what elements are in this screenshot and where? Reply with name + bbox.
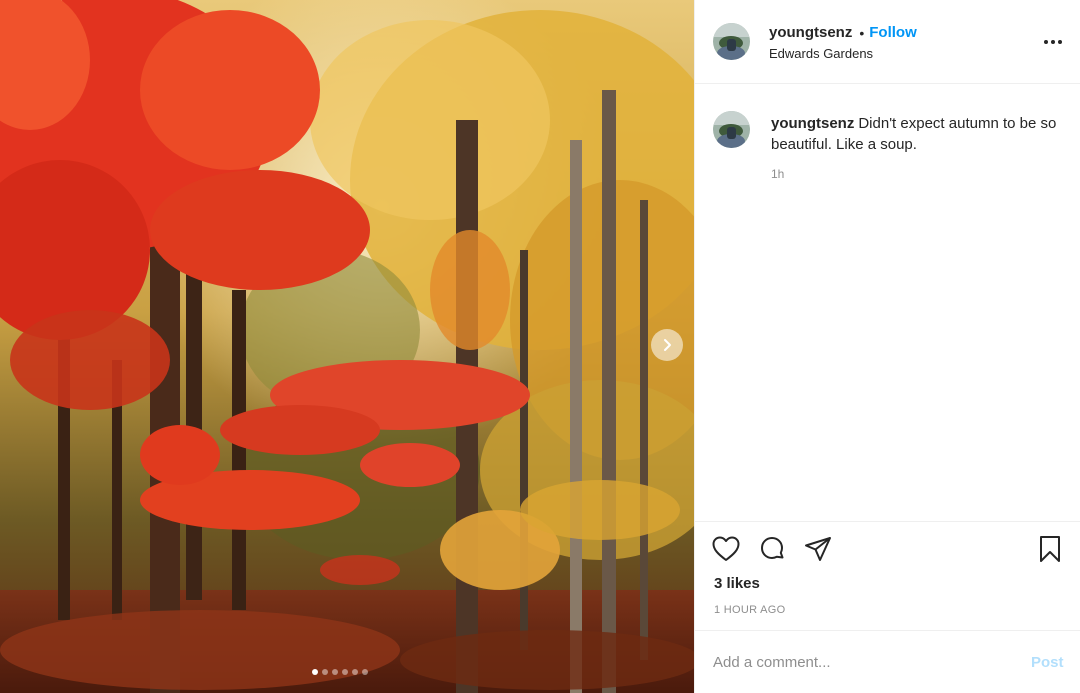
carousel-dot [322,669,328,675]
carousel-dot [312,669,318,675]
post-media [0,0,694,693]
caption-username[interactable]: youngtsenz [771,115,854,132]
post-actions-section: 3 likes 1 HOUR AGO [695,521,1080,630]
separator-dot: • [859,24,865,41]
share-button[interactable] [803,534,833,564]
comment-button[interactable] [757,534,787,564]
username-link[interactable]: youngtsenz [769,24,852,41]
comment-input[interactable] [713,649,1013,675]
carousel-dot [362,669,368,675]
save-button[interactable] [1035,534,1065,564]
paper-plane-icon [805,537,831,561]
carousel-indicator [312,669,368,675]
next-image-button[interactable] [651,329,683,361]
post-dialog: youngtsenz • Follow Edwards Gardens youn… [0,0,1080,693]
post-header: youngtsenz • Follow Edwards Gardens [695,0,1080,84]
chevron-right-icon [664,339,671,351]
post-sidebar: youngtsenz • Follow Edwards Gardens youn… [694,0,1080,693]
post-comment-button[interactable]: Post [1031,654,1064,671]
like-button[interactable] [711,534,741,564]
likes-count[interactable]: 3 likes [714,575,760,592]
post-timestamp[interactable]: 1 HOUR AGO [714,604,785,616]
follow-button[interactable]: Follow [869,24,917,41]
location-link[interactable]: Edwards Gardens [769,46,873,61]
carousel-dot [352,669,358,675]
carousel-dot [342,669,348,675]
heart-icon [712,536,740,561]
add-comment-section: Post [695,630,1080,693]
more-options-button[interactable] [1041,30,1065,54]
caption-section: youngtsenz Didn't expect autumn to be so … [695,84,1080,521]
avatar[interactable] [713,23,750,60]
avatar[interactable] [713,111,750,148]
post-caption: youngtsenz Didn't expect autumn to be so … [771,113,1061,155]
autumn-forest-photo [0,0,694,693]
action-bar [711,534,833,564]
caption-timestamp[interactable]: 1h [771,167,784,181]
more-options-icon [1044,40,1062,44]
comment-bubble-icon [761,537,784,559]
bookmark-icon [1040,536,1060,562]
carousel-dot [332,669,338,675]
